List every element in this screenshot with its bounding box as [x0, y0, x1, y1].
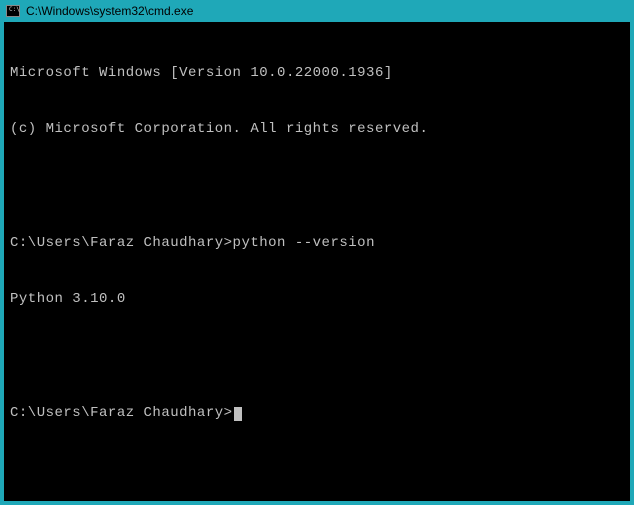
blank-line [10, 347, 624, 366]
prompt-line: C:\Users\Faraz Chaudhary>python --versio… [10, 234, 624, 253]
banner-line: (c) Microsoft Corporation. All rights re… [10, 120, 624, 139]
cmd-icon-label: C:\ [9, 7, 20, 13]
prompt-path: C:\Users\Faraz Chaudhary> [10, 405, 233, 421]
prompt-line: C:\Users\Faraz Chaudhary> [10, 404, 624, 423]
cmd-icon: C:\ [6, 4, 20, 18]
banner-line: Microsoft Windows [Version 10.0.22000.19… [10, 64, 624, 83]
cmd-window: C:\ C:\Windows\system32\cmd.exe Microsof… [0, 0, 634, 505]
titlebar[interactable]: C:\ C:\Windows\system32\cmd.exe [0, 0, 634, 22]
cursor [234, 407, 242, 421]
prompt-path: C:\Users\Faraz Chaudhary> [10, 235, 233, 251]
blank-line [10, 177, 624, 196]
window-title: C:\Windows\system32\cmd.exe [26, 4, 193, 18]
output-line: Python 3.10.0 [10, 290, 624, 309]
terminal-area[interactable]: Microsoft Windows [Version 10.0.22000.19… [0, 22, 634, 505]
command-text: python --version [233, 235, 375, 251]
